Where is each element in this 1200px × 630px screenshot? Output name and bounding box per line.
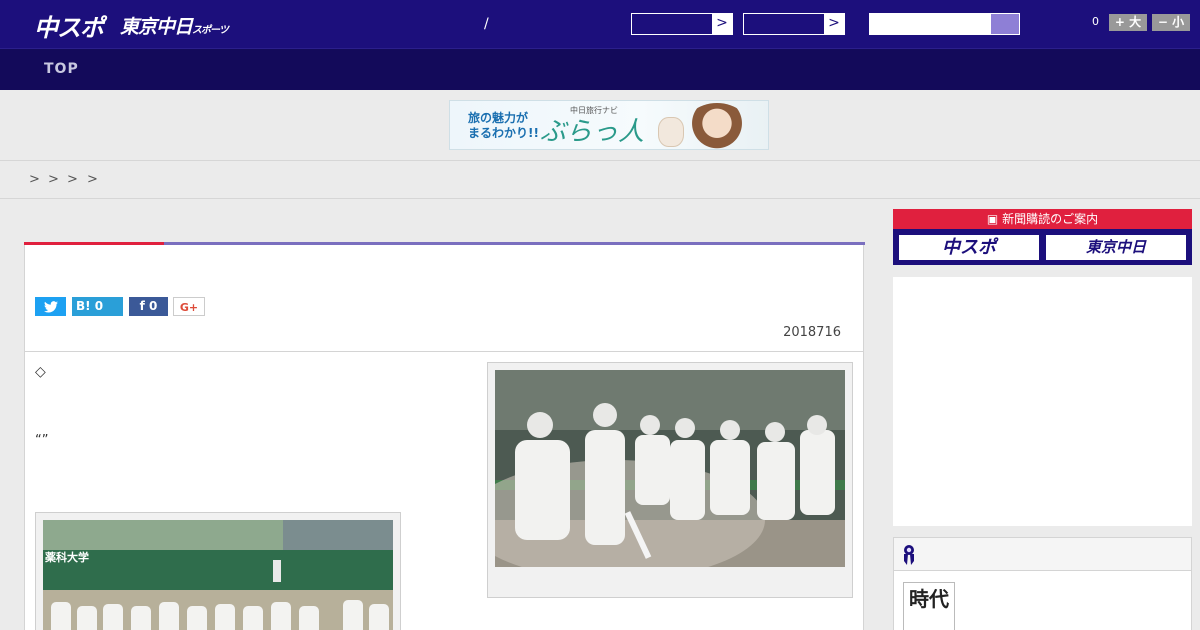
facebook-share-button[interactable]: f 0 [129,297,168,316]
article-photo-main[interactable] [487,362,853,598]
font-size-count: 0 [1092,15,1099,28]
subscribe-tokyo-chunichi-button[interactable]: 東京中日 [1044,233,1188,262]
breadcrumb: > > > > [0,162,1200,199]
nav-item-top[interactable]: TOP [44,61,79,77]
twitter-share-button[interactable] [35,297,66,316]
article-photo-secondary[interactable]: 薬科大学 [35,512,401,630]
breadcrumb-sep: > [87,172,98,187]
tokyo-chunichi-logo-text: 東京中日 [120,16,193,38]
svg-text:薬科大学: 薬科大学 [45,550,89,564]
ranking-header [894,538,1191,571]
travel-ad-banner[interactable]: 旅の魅力が まるわかり!! 中日旅行ナビ ぶらっ人 [449,100,769,150]
chuspo-logo[interactable]: 中スポ [34,8,104,43]
breadcrumb-sep: > [67,172,78,187]
hatena-bookmark-button[interactable]: B! 0 [72,297,123,316]
category-select-2[interactable]: > [743,13,845,35]
ad-line-2: まるわかり!! [468,126,539,140]
main-nav: TOP [0,48,1200,90]
tokyo-chunichi-logo-small: スポーツ [192,25,229,36]
ribbon-icon [904,545,914,565]
font-larger-button[interactable]: + 大 [1109,14,1147,31]
subscription-header-text: 新聞購読のご案内 [1002,212,1099,226]
ranking-thumbnail[interactable]: 時代 [903,582,955,630]
google-plus-button[interactable]: G+ [173,297,205,316]
chevron-right-icon: > [824,14,844,34]
article-card: B! 0 f 0 G+ 2018716 ◇ “” 薬科大学 [24,242,865,630]
search-input[interactable] [870,14,992,34]
breadcrumb-sep: > [48,172,59,187]
baseball-field-photo: 薬科大学 [43,520,393,630]
divider [25,351,863,352]
article-date: 2018716 [783,325,841,340]
header-separator: / [484,16,489,32]
seashell-image [658,117,684,147]
ad-band: 旅の魅力が まるわかり!! 中日旅行ナビ ぶらっ人 [0,90,1200,161]
subscription-header: ▣ 新聞購読のご案内 [893,209,1192,229]
category-select-1[interactable]: > [631,13,733,35]
ad-brand: ぶらっ人 [540,117,645,147]
tokyo-chunichi-logo[interactable]: 東京中日スポーツ [120,12,229,39]
article-quote: “” [35,433,49,448]
lead-symbol: ◇ [35,364,46,380]
twitter-icon [43,301,58,313]
accent-line-red [24,242,164,245]
baseball-team-photo [495,370,845,567]
chevron-right-icon: > [712,14,732,34]
search-button[interactable] [991,14,1019,34]
subscription-box: ▣ 新聞購読のご案内 中スポ 東京中日 [893,209,1192,265]
font-smaller-button[interactable]: − 小 [1152,14,1190,31]
ranking-box: 時代 [893,537,1192,630]
subscribe-chuspo-button[interactable]: 中スポ [897,233,1041,262]
search-box [869,13,1020,35]
accent-line-purple [164,242,865,245]
breadcrumb-sep: > [29,172,40,187]
ad-headline: 旅の魅力が まるわかり!! [468,111,539,141]
model-photo [682,103,752,149]
sidebar-ad[interactable] [893,277,1192,526]
site-header: 中スポ 東京中日スポーツ / > > 0 + 大 − 小 [0,0,1200,48]
ad-line-1: 旅の魅力が [468,111,529,125]
newspaper-icon: ▣ [986,212,1003,226]
